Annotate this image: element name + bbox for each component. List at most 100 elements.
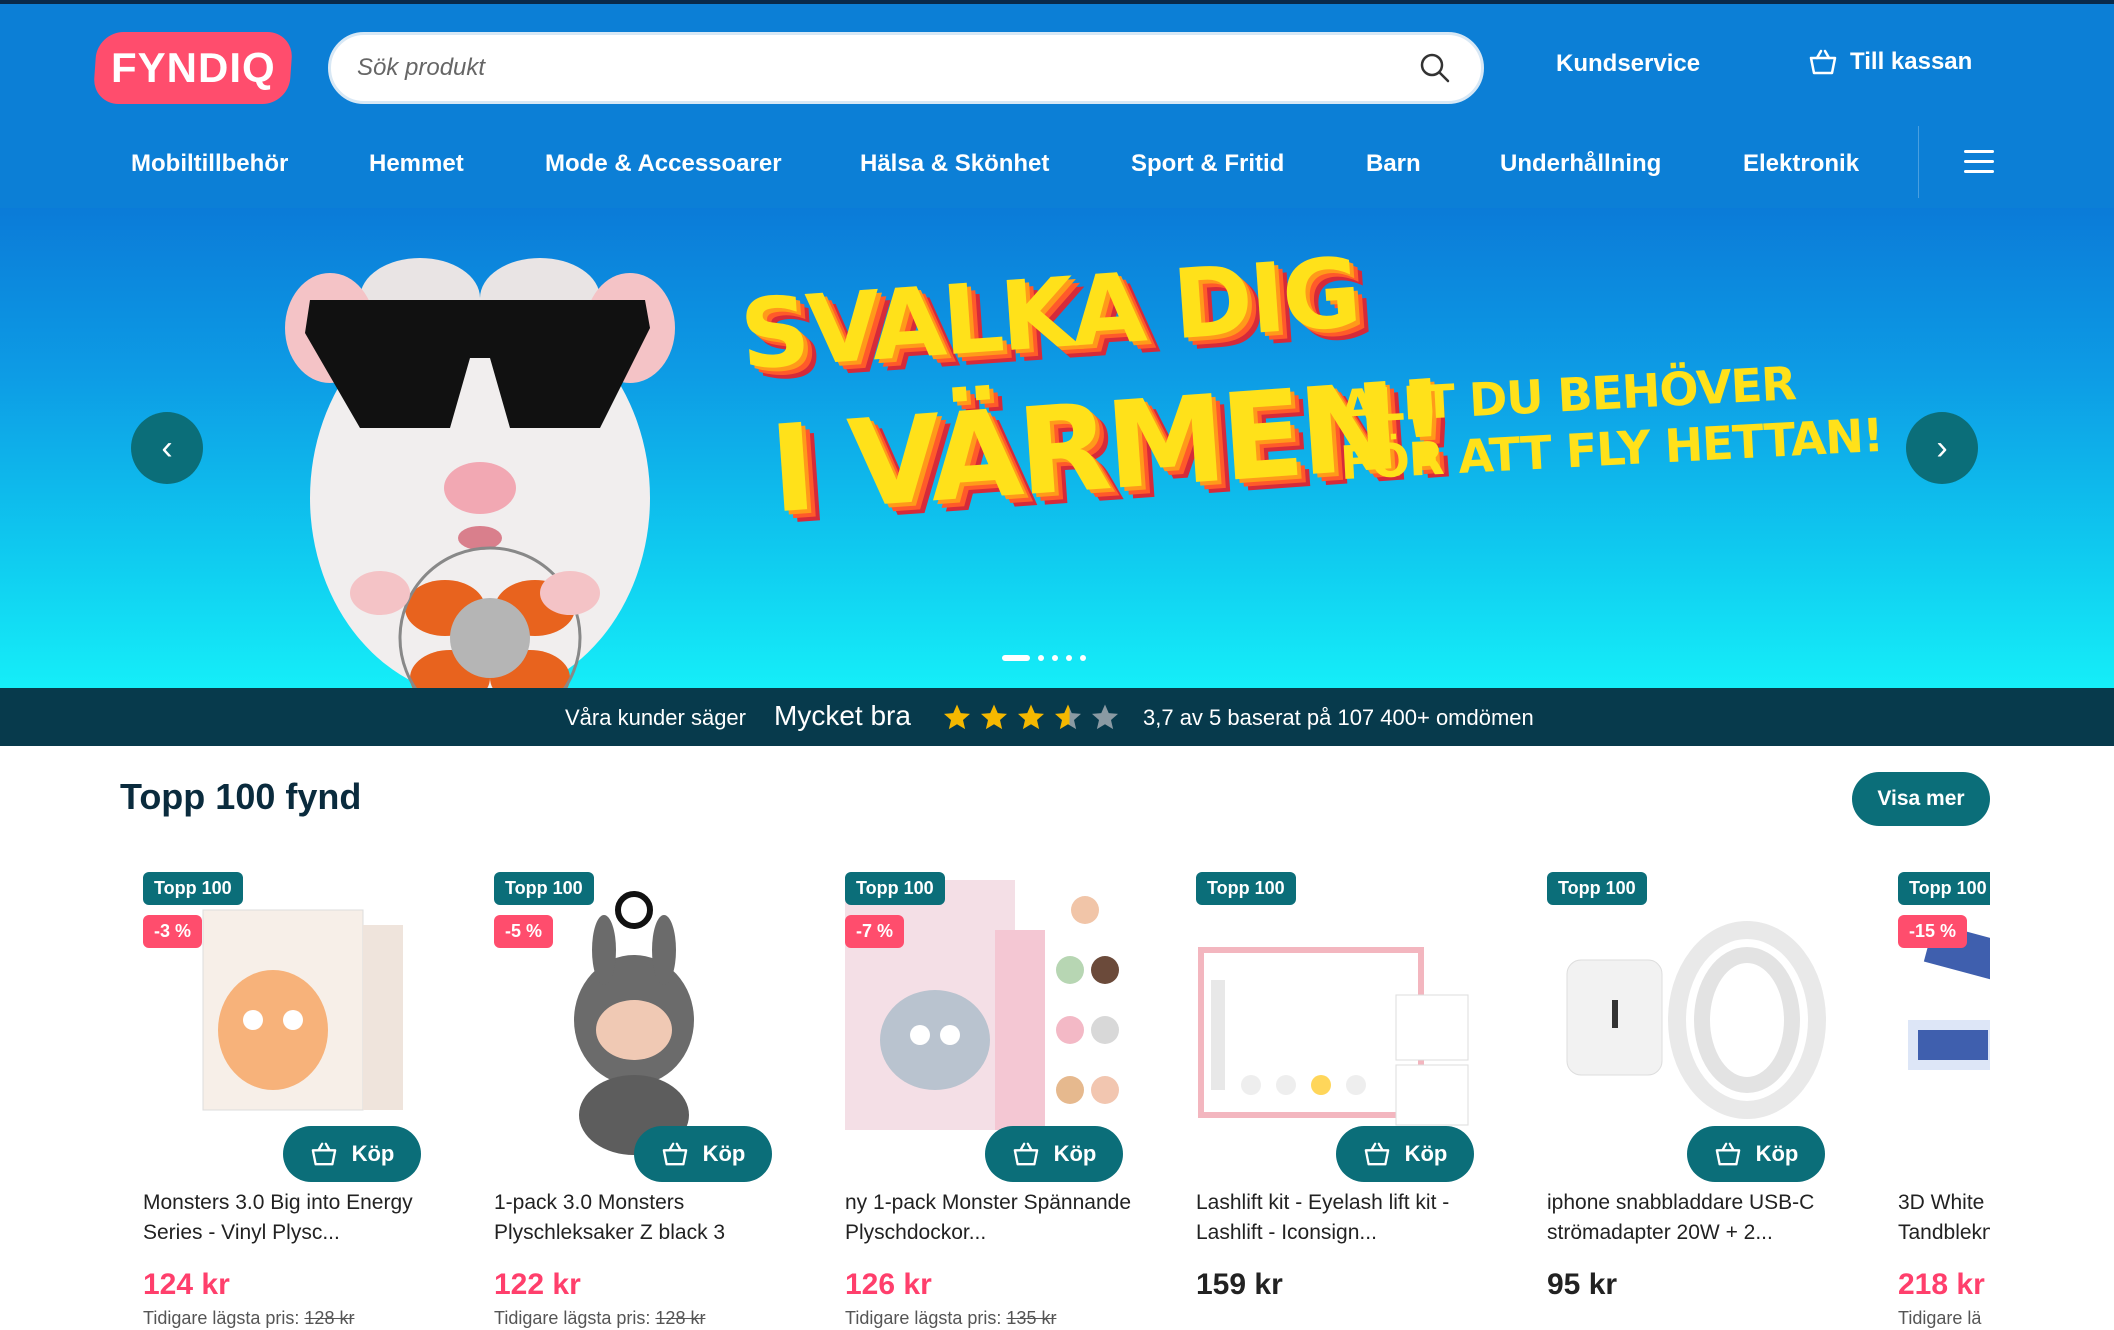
- hamster-with-sunglasses-image: [285, 258, 675, 688]
- product-card[interactable]: Topp 100 -7 % Köp ny 1-pack Monster Spän…: [845, 870, 1155, 1330]
- previous-price-value: 128 kr: [304, 1308, 355, 1328]
- fyndiq-logo[interactable]: FYNDIQ: [92, 32, 294, 104]
- hamburger-menu-icon[interactable]: [1964, 150, 1994, 174]
- product-price: 95 kr: [1547, 1268, 1618, 1301]
- carousel-next-button[interactable]: ›: [1906, 412, 1978, 484]
- carousel-prev-button[interactable]: ‹: [131, 412, 203, 484]
- section-title: Topp 100 fynd: [120, 776, 362, 817]
- nav-item-mobiltillbehor[interactable]: Mobiltillbehör: [131, 150, 288, 178]
- top-100-badge: Topp 100: [1196, 872, 1296, 905]
- site-header: FYNDIQ Kundservice Till kassan Mobiltill…: [0, 0, 2114, 208]
- product-image[interactable]: [1196, 870, 1486, 1160]
- previous-price: Tidigare lägsta pris: 135 kr: [845, 1308, 1056, 1329]
- basket-icon: [662, 1142, 687, 1166]
- rating-verdict: Mycket bra: [774, 700, 911, 731]
- buy-label: Köp: [1404, 1141, 1448, 1166]
- top-100-badge: Topp 100: [143, 872, 243, 905]
- product-price: 126 kr: [845, 1268, 932, 1301]
- nav-item-barn[interactable]: Barn: [1366, 150, 1421, 178]
- product-card[interactable]: Topp 100 -5 % Köp 1-pack 3.0 Monsters Pl…: [494, 870, 804, 1330]
- buy-button[interactable]: Köp: [1336, 1126, 1474, 1182]
- discount-badge: -15 %: [1898, 915, 1968, 948]
- star-empty-icon: [1092, 704, 1118, 730]
- show-more-button[interactable]: Visa mer: [1852, 772, 1990, 826]
- product-title[interactable]: ny 1-pack Monster Spännande Plyschdockor…: [845, 1188, 1145, 1248]
- nav-item-mode-accessoarer[interactable]: Mode & Accessoarer: [545, 150, 782, 178]
- previous-price-label: Tidigare lägsta pris:: [494, 1308, 651, 1328]
- basket-icon: [1809, 49, 1837, 75]
- product-price: 218 kr: [1898, 1268, 1985, 1301]
- nav-divider: [1918, 126, 1919, 198]
- customer-rating-bar[interactable]: Våra kunder säger Mycket bra 3,7 av 5 ba…: [0, 688, 2114, 746]
- discount-badge: -5 %: [494, 915, 554, 948]
- buy-button[interactable]: Köp: [283, 1126, 421, 1182]
- basket-icon: [1715, 1142, 1740, 1166]
- nav-item-halsa-skonhet[interactable]: Hälsa & Skönhet: [860, 150, 1049, 178]
- buy-label: Köp: [351, 1141, 395, 1166]
- star-icon: [981, 704, 1007, 730]
- top-100-badge: Topp 100: [845, 872, 945, 905]
- star-icon: [944, 704, 970, 730]
- rating-summary: 3,7 av 5 baserat på 107 400+ omdömen: [1143, 705, 1534, 730]
- buy-label: Köp: [1755, 1141, 1799, 1166]
- carousel-dot[interactable]: [1052, 655, 1058, 661]
- product-image[interactable]: [143, 870, 433, 1160]
- rating-lead: Våra kunder säger: [565, 705, 746, 730]
- carousel-dot[interactable]: [1080, 655, 1086, 661]
- carousel-dot[interactable]: [1038, 655, 1044, 661]
- buy-button[interactable]: Köp: [1687, 1126, 1825, 1182]
- previous-price-label: Tidigare lägsta pris:: [845, 1308, 1002, 1328]
- product-price: 124 kr: [143, 1268, 230, 1301]
- star-icon: [1018, 704, 1044, 730]
- basket-icon: [1364, 1142, 1389, 1166]
- search-bar[interactable]: [328, 32, 1484, 104]
- carousel-dot[interactable]: [1066, 655, 1072, 661]
- buy-button[interactable]: Köp: [634, 1126, 772, 1182]
- product-card[interactable]: Topp 100 -3 % Köp Monsters 3.0 Big into …: [143, 870, 453, 1330]
- top-100-badge: Topp 100: [1547, 872, 1647, 905]
- product-title[interactable]: iphone snabbladdare USB-C strömadapter 2…: [1547, 1188, 1847, 1248]
- chevron-left-icon: ‹: [161, 428, 173, 467]
- chevron-right-icon: ›: [1936, 428, 1948, 467]
- search-icon[interactable]: [1419, 52, 1451, 84]
- checkout-link[interactable]: Till kassan: [1808, 48, 1972, 76]
- product-card[interactable]: Topp 100 Köp Lashlift kit - Eyelash lift…: [1196, 870, 1506, 1330]
- search-input[interactable]: [357, 35, 1397, 101]
- nav-item-sport-fritid[interactable]: Sport & Fritid: [1131, 150, 1284, 178]
- nav-item-elektronik[interactable]: Elektronik: [1743, 150, 1859, 178]
- buy-button[interactable]: Köp: [985, 1126, 1123, 1182]
- basket-icon: [311, 1142, 336, 1166]
- top-100-badge: Topp 100: [1898, 872, 1990, 905]
- previous-price-label: Tidigare lä: [1898, 1308, 1982, 1328]
- previous-price-value: 135 kr: [1006, 1308, 1057, 1328]
- product-image[interactable]: [1898, 870, 1990, 1160]
- product-title[interactable]: Monsters 3.0 Big into Energy Series - Vi…: [143, 1188, 443, 1248]
- product-card[interactable]: Topp 100 Köp iphone snabbladdare USB-C s…: [1547, 870, 1857, 1330]
- rating-stars: [942, 702, 1120, 732]
- product-price: 122 kr: [494, 1268, 581, 1301]
- previous-price-value: 128 kr: [655, 1308, 706, 1328]
- carousel-dots: [1002, 655, 1086, 661]
- product-image[interactable]: [845, 870, 1135, 1160]
- discount-badge: -7 %: [845, 915, 905, 948]
- checkout-label: Till kassan: [1850, 48, 1973, 75]
- product-title[interactable]: 1-pack 3.0 Monsters Plyschleksaker Z bla…: [494, 1188, 794, 1248]
- nav-item-underhallning[interactable]: Underhållning: [1500, 150, 1661, 178]
- nav-item-hemmet[interactable]: Hemmet: [369, 150, 464, 178]
- product-price: 159 kr: [1196, 1268, 1283, 1301]
- basket-icon: [1013, 1142, 1038, 1166]
- product-image[interactable]: [494, 870, 784, 1160]
- previous-price: Tidigare lägsta pris: 128 kr: [494, 1308, 705, 1329]
- previous-price: Tidigare lägsta pris: 128 kr: [143, 1308, 354, 1329]
- category-nav: Mobiltillbehör Hemmet Mode & Accessoarer…: [0, 126, 2114, 212]
- hero-banner[interactable]: SVALKA DIG I VÄRMEN! ALLT DU BEHÖVER FÖR…: [0, 208, 2114, 688]
- top-100-badge: Topp 100: [494, 872, 594, 905]
- product-title[interactable]: 3D White Tandblekning: [1898, 1188, 1990, 1248]
- carousel-dot[interactable]: [1002, 655, 1030, 661]
- customer-service-link[interactable]: Kundservice: [1556, 50, 1700, 78]
- product-card[interactable]: Topp 100 -15 % 3D White Tandblekning 218…: [1898, 870, 1990, 1330]
- product-image[interactable]: [1547, 870, 1837, 1160]
- buy-label: Köp: [1053, 1141, 1097, 1166]
- half-star-icon: [1055, 704, 1081, 730]
- product-title[interactable]: Lashlift kit - Eyelash lift kit - Lashli…: [1196, 1188, 1496, 1248]
